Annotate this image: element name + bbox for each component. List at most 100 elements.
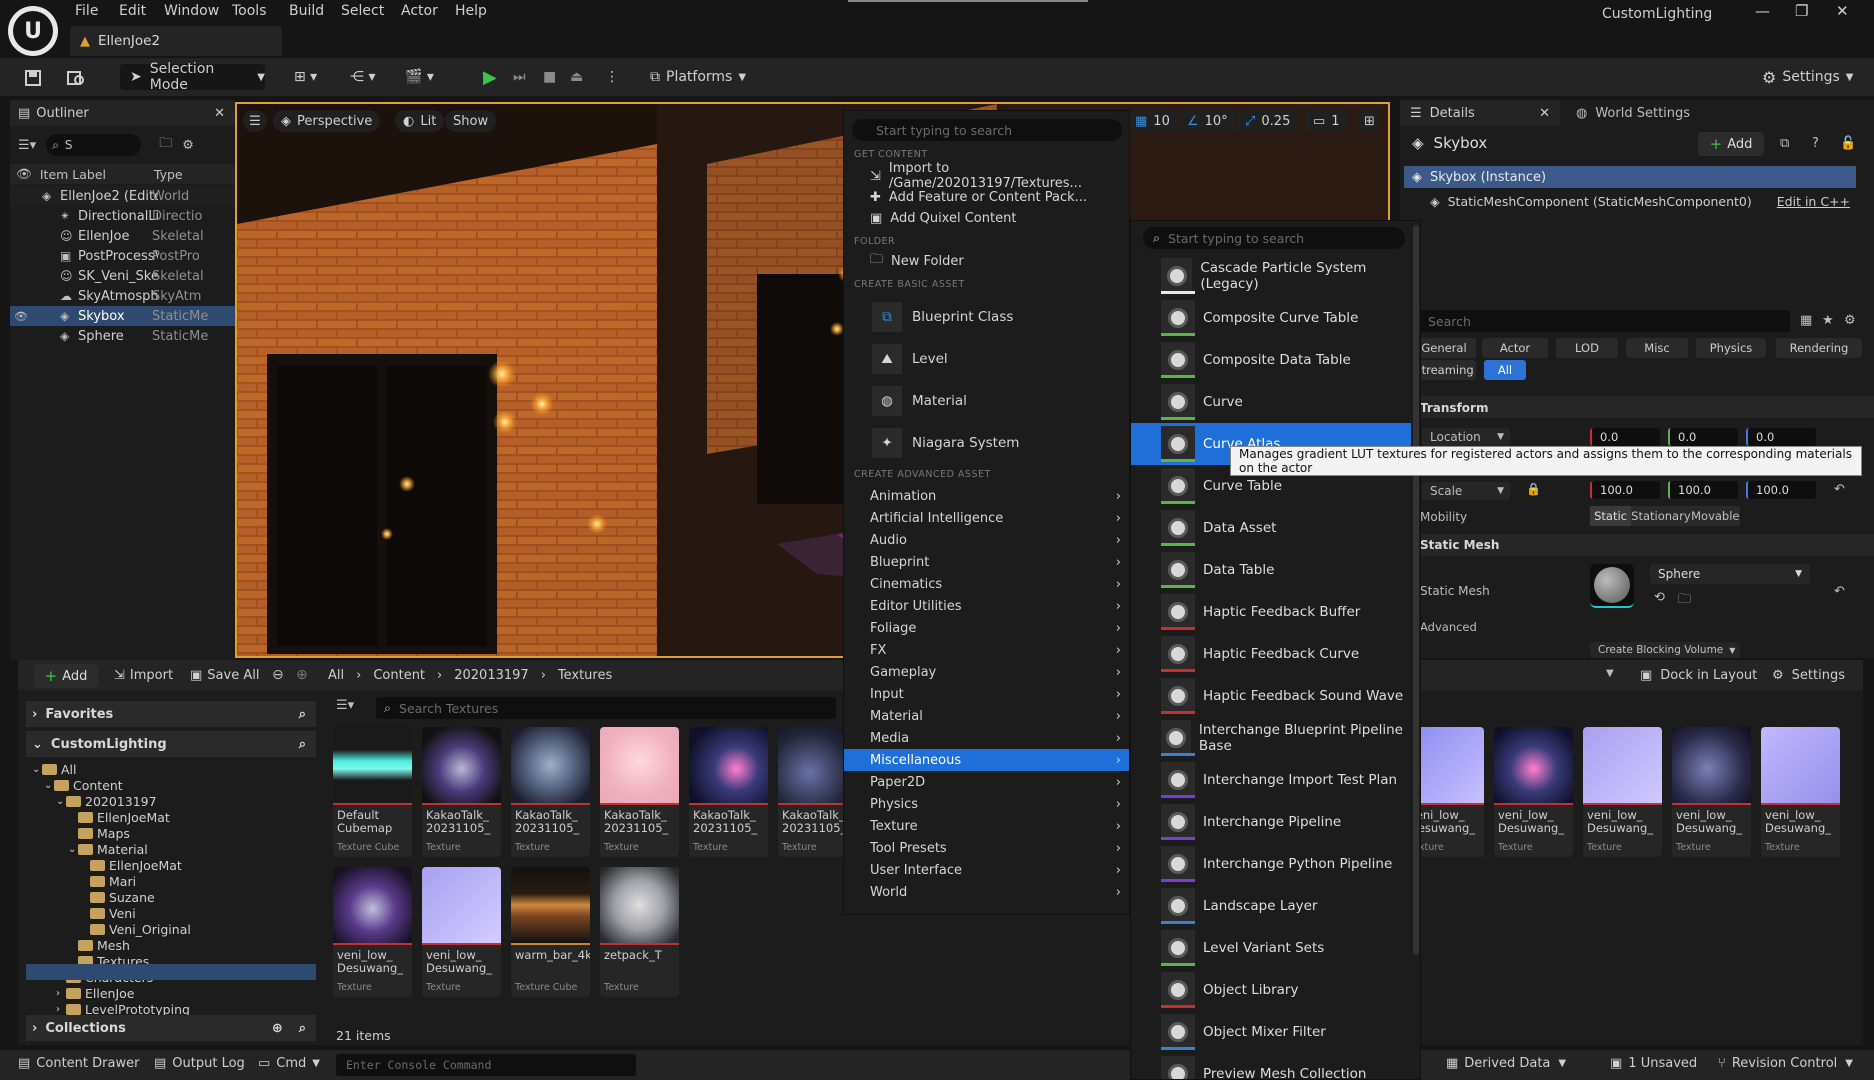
forward-icon[interactable]: ⊕ <box>296 667 308 683</box>
submenu-item[interactable]: Landscape Layer <box>1131 885 1411 927</box>
location-dropdown[interactable]: Location ▼ <box>1422 428 1510 446</box>
add-collection-icon[interactable]: ⊕ <box>272 1021 283 1036</box>
scale-z-input[interactable]: 100.0 <box>1746 481 1816 499</box>
output-log-button[interactable]: ▤ Output Log <box>154 1056 245 1071</box>
folder-tree-item[interactable]: Mesh <box>68 937 130 953</box>
submenu-item[interactable]: Haptic Feedback Sound Wave <box>1131 675 1411 717</box>
menu-select[interactable]: Select <box>341 3 384 19</box>
scale-dropdown[interactable]: Scale ▼ <box>1422 482 1510 500</box>
asset-tile[interactable]: veni_low_ Desuwang_ Texture <box>1672 727 1751 857</box>
outliner-row[interactable]: 👁▣PostProcessVPostPro <box>10 246 235 266</box>
lit-button[interactable]: ◐ Lit <box>395 110 445 132</box>
submenu-item[interactable]: Composite Data Table <box>1131 339 1411 381</box>
new-folder-item[interactable]: 🗀 New Folder <box>844 250 1129 272</box>
add-actor-icon[interactable]: ⊞ ▾ <box>294 64 317 90</box>
reset-icon[interactable]: ↶ <box>1834 482 1845 497</box>
advanced-category-item[interactable]: Blueprint › <box>844 551 1129 573</box>
folder-tree-item[interactable]: ⌄ Material <box>68 841 148 857</box>
add-quixel-item[interactable]: ▣ Add Quixel Content <box>844 207 1129 229</box>
advanced-category-item[interactable]: Cinematics › <box>844 573 1129 595</box>
favorites-header[interactable]: › Favorites ⌕ <box>26 701 316 727</box>
category-lod-button[interactable]: LOD <box>1556 338 1618 358</box>
asset-tile[interactable]: KakaoTalk_ 20231105_ 144033379_03 Texture <box>689 727 768 857</box>
outliner-row[interactable]: 👁✴DirectionalLiglDirectio <box>10 206 235 226</box>
close-icon[interactable]: ✕ <box>214 106 225 121</box>
blueprint-mode-icon[interactable]: ⋲ ▾ <box>350 64 375 90</box>
niagara-system-item[interactable]: ✦ Niagara System <box>844 423 1129 463</box>
crumb-all[interactable]: All <box>328 668 344 683</box>
crumb-content[interactable]: Content <box>373 668 425 683</box>
advanced-category-item[interactable]: Input › <box>844 683 1129 705</box>
advanced-category-item[interactable]: Artificial Intelligence › <box>844 507 1129 529</box>
unsaved-button[interactable]: ▣ 1 Unsaved <box>1610 1056 1697 1071</box>
asset-tile[interactable]: KakaoTalk_ 20231105_ 144033379_02 Texture <box>600 727 679 857</box>
level-item[interactable]: ⛰ Level <box>844 339 1129 379</box>
cb-add-button[interactable]: + Add <box>34 664 98 688</box>
outliner-row[interactable]: 👁☺SK_Veni_SkeleSkeletal <box>10 266 235 286</box>
step-icon[interactable]: ⏭ <box>513 64 526 90</box>
advanced-category-item[interactable]: Media › <box>844 727 1129 749</box>
lock-icon[interactable]: 🔓 <box>1840 136 1856 151</box>
unreal-logo-icon[interactable]: U <box>8 6 58 56</box>
close-icon[interactable]: ✕ <box>1539 106 1550 121</box>
cb-import-button[interactable]: ⇲ Import <box>114 668 173 683</box>
advanced-category-item[interactable]: Tool Presets › <box>844 837 1129 859</box>
advanced-category-item[interactable]: Foliage › <box>844 617 1129 639</box>
maximize-icon[interactable]: ❐ <box>1795 2 1808 20</box>
advanced-category-item[interactable]: Texture › <box>844 815 1129 837</box>
advanced-category-item[interactable]: Physics › <box>844 793 1129 815</box>
lock-ratio-icon[interactable]: 🔒 <box>1526 482 1541 496</box>
add-component-button[interactable]: + Add <box>1698 132 1764 156</box>
asset-tile[interactable]: veni_low_ Desuwang_ Material Texture <box>422 867 501 997</box>
mesh-dropdown[interactable]: Sphere ▼ <box>1650 564 1810 584</box>
gear-icon[interactable]: ⚙ <box>1844 313 1856 328</box>
outliner-row[interactable]: 👁◈SphereStaticMe <box>10 326 235 346</box>
category-all-button[interactable]: All <box>1484 360 1526 380</box>
advanced-category-item[interactable]: Audio › <box>844 529 1129 551</box>
submenu-item[interactable]: Interchange Import Test Plan <box>1131 759 1411 801</box>
advanced-category-item[interactable]: Paper2D › <box>844 771 1129 793</box>
outliner-row[interactable]: 👁☺EllenJoeSkeletal <box>10 226 235 246</box>
search-icon[interactable]: ⌕ <box>299 737 306 752</box>
add-folder-icon[interactable]: 🗀 <box>159 134 172 156</box>
static-mesh-header[interactable]: Static Mesh <box>1420 538 1499 552</box>
cb-save-all-button[interactable]: ▣ Save All <box>190 668 259 683</box>
submenu-item[interactable]: Interchange Blueprint Pipeline Base <box>1131 717 1411 759</box>
filter-icon[interactable]: ☰▾ <box>18 138 36 153</box>
import-item[interactable]: ⇲ Import to /Game/202013197/Textures... <box>844 161 1129 191</box>
asset-tile[interactable]: veni_low_ Desuwang_ Texture <box>1494 727 1573 857</box>
settings-dropdown[interactable]: ⚙ Settings ▼ <box>1762 64 1853 90</box>
component-row[interactable]: ◈ StaticMeshComponent (StaticMeshCompone… <box>1430 190 1850 212</box>
asset-tile[interactable]: KakaoTalk_ 20231105_ 144033379_01 Texture <box>511 727 590 857</box>
scale-snap-button[interactable]: ⤢ 0.25 <box>1237 110 1299 132</box>
layout-icon[interactable]: ⊞ <box>1359 110 1380 132</box>
menu-build[interactable]: Build <box>289 3 324 19</box>
submenu-item[interactable]: Cascade Particle System (Legacy) <box>1131 255 1411 297</box>
mobility-static[interactable]: Static <box>1590 506 1632 526</box>
outliner-tab[interactable]: ▤ Outliner ✕ <box>10 100 235 126</box>
folder-tree-item[interactable]: ⌄ Content <box>44 777 123 793</box>
folder-tree-item[interactable]: Veni_Original <box>80 921 191 937</box>
submenu-item[interactable]: Haptic Feedback Buffer <box>1131 591 1411 633</box>
category-general-button[interactable]: General <box>1412 338 1476 358</box>
details-search-input[interactable]: Search <box>1420 310 1790 332</box>
mesh-thumbnail[interactable] <box>1590 564 1634 608</box>
submenu-item[interactable]: Interchange Python Pipeline <box>1131 843 1411 885</box>
submenu-item[interactable]: Data Asset <box>1131 507 1411 549</box>
advanced-category-item[interactable]: World › <box>844 881 1129 903</box>
folder-tree-item[interactable]: EllenJoeMat <box>68 809 170 825</box>
submenu-item[interactable]: Object Mixer Filter <box>1131 1011 1411 1053</box>
category-physics-button[interactable]: Physics <box>1696 338 1766 358</box>
search-icon[interactable]: ⌕ <box>299 707 306 722</box>
advanced-label[interactable]: Advanced <box>1420 620 1477 634</box>
eject-icon[interactable]: ⏏ <box>570 64 583 90</box>
edit-in-cpp-link[interactable]: Edit in C++ <box>1777 194 1850 209</box>
crumb-folder[interactable]: 202013197 <box>454 668 528 683</box>
submenu-item[interactable]: Object Library <box>1131 969 1411 1011</box>
ctx-search-input[interactable]: Start typing to search <box>852 119 1122 141</box>
chevron-down-icon[interactable]: ▼ <box>1606 668 1614 679</box>
crumb-textures[interactable]: Textures <box>558 668 612 683</box>
visibility-icon[interactable]: 👁 <box>14 310 28 323</box>
cinematics-icon[interactable]: 🎬 ▾ <box>405 64 434 90</box>
submenu-item[interactable]: Curve <box>1131 381 1411 423</box>
